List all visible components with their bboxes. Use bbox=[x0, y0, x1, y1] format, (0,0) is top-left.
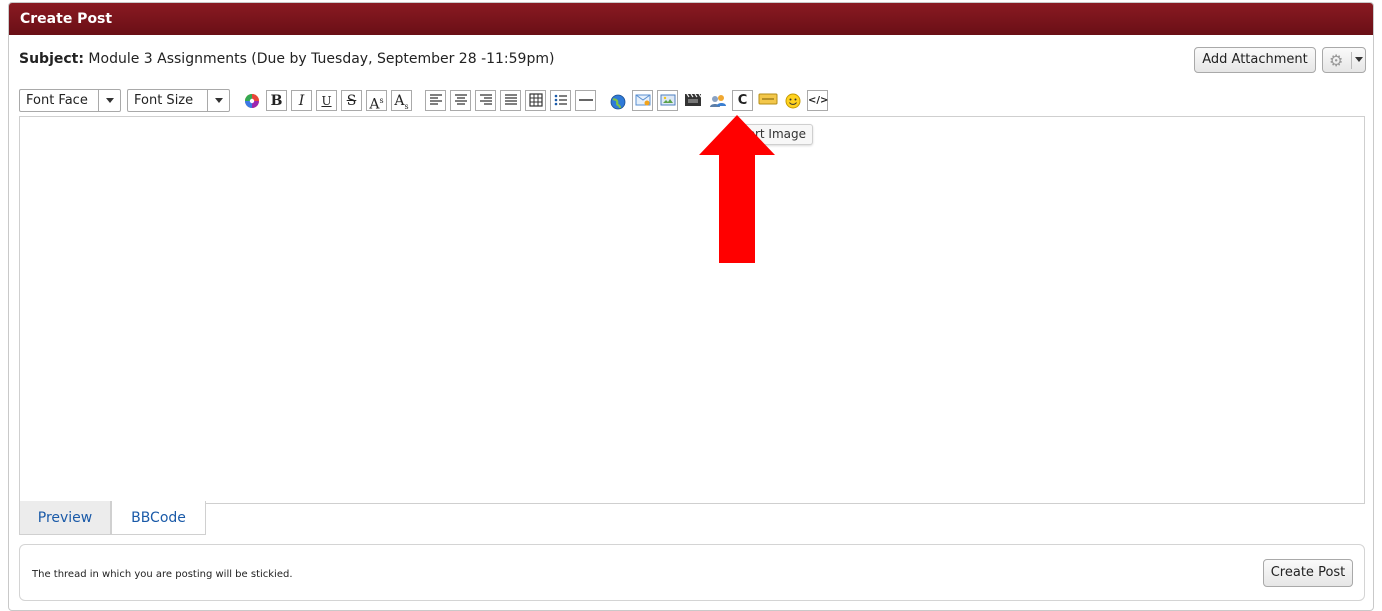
chevron-down-icon bbox=[207, 90, 229, 111]
color-wheel-icon bbox=[244, 94, 259, 108]
italic-button[interactable]: I bbox=[291, 90, 312, 111]
superscript-letter: A bbox=[369, 96, 380, 113]
table-icon bbox=[528, 93, 543, 107]
post-footer: The thread in which you are posting will… bbox=[19, 544, 1365, 601]
chevron-down-icon bbox=[98, 90, 120, 111]
subscript-button[interactable]: As bbox=[391, 90, 412, 111]
quote-icon bbox=[758, 93, 778, 105]
create-post-panel: Create Post Subject: Module 3 Assignment… bbox=[8, 2, 1374, 611]
superscript-button[interactable]: As bbox=[366, 90, 387, 113]
horizontal-rule-button[interactable] bbox=[575, 90, 596, 111]
horizontal-rule-icon bbox=[578, 99, 593, 101]
font-size-label: Font Size bbox=[134, 93, 194, 108]
align-left-button[interactable] bbox=[425, 90, 446, 111]
bullet-list-icon bbox=[554, 94, 567, 106]
sticky-notice: The thread in which you are posting will… bbox=[32, 569, 293, 580]
image-icon bbox=[660, 94, 675, 106]
insert-smiley-button[interactable] bbox=[782, 90, 803, 111]
users-icon bbox=[709, 95, 726, 107]
insert-link-button[interactable] bbox=[607, 90, 628, 111]
insert-image-button[interactable] bbox=[657, 90, 678, 111]
font-face-select[interactable]: Font Face bbox=[19, 89, 121, 112]
code-block-icon: C bbox=[737, 93, 748, 108]
editor-toolbar: Font Face Font Size B I U S As As C </> bbox=[19, 89, 1019, 113]
video-clapper-icon bbox=[684, 93, 701, 106]
subscript-letter: A bbox=[394, 93, 405, 109]
create-post-button[interactable]: Create Post bbox=[1263, 559, 1353, 587]
bullet-list-button[interactable] bbox=[550, 90, 571, 111]
subject-label: Subject: bbox=[19, 51, 84, 67]
gear-icon: ⚙ bbox=[1329, 51, 1344, 70]
superscript-mark: s bbox=[379, 96, 384, 105]
align-right-icon bbox=[479, 94, 492, 105]
insert-code-block-button[interactable]: C bbox=[732, 90, 753, 111]
align-left-icon bbox=[429, 94, 442, 105]
subject-row: Subject: Module 3 Assignments (Due by Tu… bbox=[19, 51, 554, 67]
globe-link-icon bbox=[610, 94, 625, 110]
toggle-source-button[interactable]: </> bbox=[807, 90, 828, 111]
justify-button[interactable] bbox=[500, 90, 521, 111]
subscript-mark: s bbox=[404, 101, 409, 111]
insert-users-button[interactable] bbox=[707, 90, 728, 111]
font-size-select[interactable]: Font Size bbox=[127, 89, 230, 112]
align-right-button[interactable] bbox=[475, 90, 496, 111]
insert-email-button[interactable] bbox=[632, 90, 653, 111]
settings-menu-button[interactable]: ⚙ bbox=[1322, 47, 1366, 73]
subject-value: Module 3 Assignments (Due by Tuesday, Se… bbox=[88, 51, 555, 67]
bold-button[interactable]: B bbox=[266, 90, 287, 111]
insert-video-button[interactable] bbox=[682, 90, 703, 111]
text-color-button[interactable] bbox=[241, 90, 262, 111]
email-icon bbox=[635, 94, 650, 106]
chevron-down-icon bbox=[1355, 57, 1363, 62]
insert-table-button[interactable] bbox=[525, 90, 546, 111]
font-face-label: Font Face bbox=[26, 93, 88, 108]
strikethrough-button[interactable]: S bbox=[341, 90, 362, 111]
tab-bbcode[interactable]: BBCode bbox=[111, 501, 206, 535]
tab-preview[interactable]: Preview bbox=[19, 501, 111, 535]
annotation-arrow bbox=[699, 115, 775, 263]
add-attachment-button[interactable]: Add Attachment bbox=[1194, 47, 1316, 73]
smiley-icon bbox=[785, 93, 800, 109]
underline-button[interactable]: U bbox=[316, 90, 337, 111]
align-center-icon bbox=[454, 94, 467, 105]
align-center-button[interactable] bbox=[450, 90, 471, 111]
panel-title: Create Post bbox=[9, 3, 1373, 35]
justify-icon bbox=[504, 94, 517, 105]
arrow-shape bbox=[699, 115, 775, 263]
divider bbox=[1351, 52, 1352, 69]
post-editor-area[interactable] bbox=[19, 116, 1365, 504]
insert-quote-button[interactable] bbox=[757, 90, 778, 111]
